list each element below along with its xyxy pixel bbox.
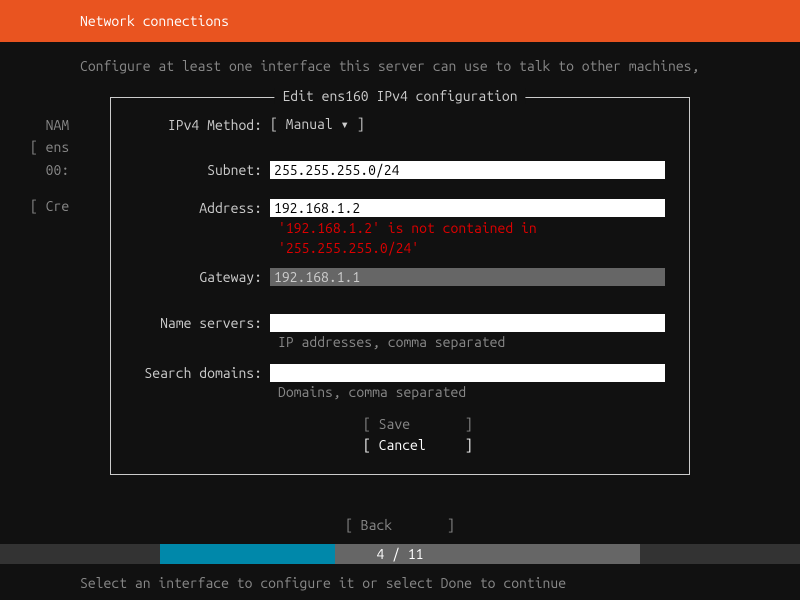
- cancel-button[interactable]: [ Cancel ]: [135, 435, 665, 456]
- nameservers-input[interactable]: [270, 314, 665, 332]
- background-content: NAM [ ens 00: [ Cre: [30, 114, 69, 218]
- searchdomains-input[interactable]: [270, 364, 665, 382]
- header-bar: Network connections: [0, 0, 800, 42]
- subnet-input[interactable]: [270, 161, 665, 179]
- save-button[interactable]: [ Save ]: [135, 414, 665, 435]
- searchdomains-hint: Domains, comma separated: [135, 384, 665, 400]
- gateway-input[interactable]: [270, 268, 665, 286]
- back-button[interactable]: [ Back ]: [0, 517, 800, 533]
- bg-mac: 00:: [30, 159, 69, 181]
- address-input[interactable]: [270, 199, 665, 217]
- bg-ens: [ ens: [30, 136, 69, 158]
- address-error: '192.168.1.2' is not contained in '255.2…: [135, 219, 665, 258]
- instruction-text: Configure at least one interface this se…: [0, 42, 800, 86]
- page-title: Network connections: [80, 13, 229, 29]
- method-select[interactable]: [ Manual ▾ ]: [270, 116, 365, 133]
- address-label: Address:: [135, 199, 270, 216]
- subnet-label: Subnet:: [135, 161, 270, 178]
- progress-bar: 4 / 11: [0, 544, 800, 564]
- bg-nam: NAM: [30, 114, 69, 136]
- progress-text: 4 / 11: [0, 546, 800, 562]
- footer-instruction: Select an interface to configure it or s…: [80, 575, 566, 591]
- dialog-title: Edit ens160 IPv4 configuration: [274, 88, 525, 104]
- nameservers-label: Name servers:: [135, 314, 270, 331]
- method-label: IPv4 Method:: [135, 116, 270, 133]
- searchdomains-label: Search domains:: [135, 364, 270, 381]
- gateway-label: Gateway:: [135, 268, 270, 285]
- bg-create: [ Cre: [30, 195, 69, 217]
- nameservers-hint: IP addresses, comma separated: [135, 334, 665, 350]
- edit-ipv4-dialog: Edit ens160 IPv4 configuration IPv4 Meth…: [110, 97, 690, 475]
